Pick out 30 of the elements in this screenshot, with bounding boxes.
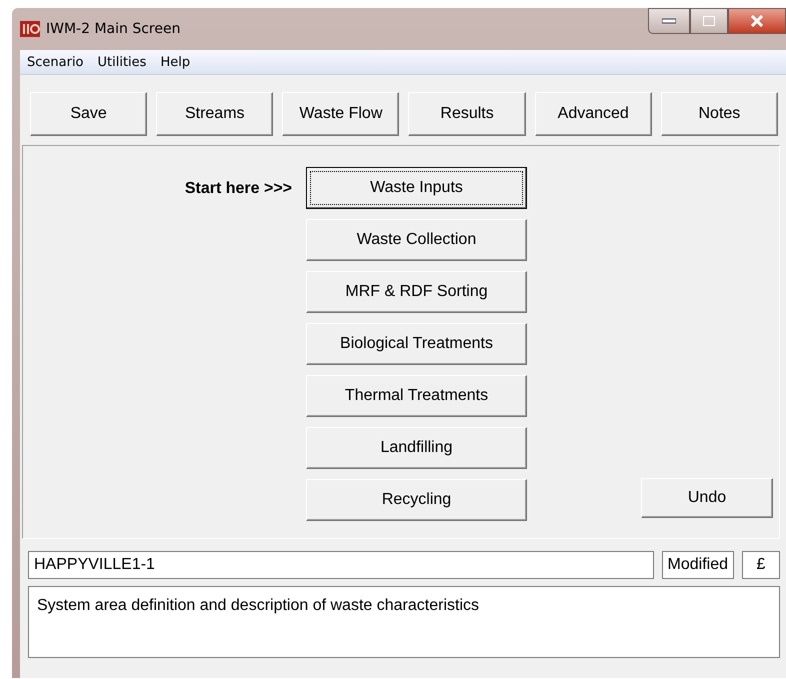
menu-item[interactable]: Help bbox=[155, 54, 196, 70]
stage-button[interactable]: Landfilling bbox=[306, 427, 527, 469]
currency-indicator: £ bbox=[742, 551, 780, 579]
scenario-name-field: HAPPYVILLE1-1 bbox=[28, 551, 654, 579]
undo-button[interactable]: Undo bbox=[641, 478, 773, 518]
stage-button[interactable]: MRF & RDF Sorting bbox=[306, 271, 527, 313]
description-box: System area definition and description of waste characteristics bbox=[28, 586, 780, 658]
minimize-button[interactable] bbox=[648, 8, 690, 34]
window-title: IWM-2 Main Screen bbox=[46, 21, 180, 37]
stage-button[interactable]: Biological Treatments bbox=[306, 323, 527, 365]
toolbar-button[interactable]: Save bbox=[30, 92, 148, 136]
app-icon bbox=[20, 21, 40, 37]
maximize-button[interactable] bbox=[690, 8, 728, 34]
toolbar-button[interactable]: Advanced bbox=[534, 92, 652, 136]
close-button[interactable] bbox=[728, 8, 786, 34]
maximize-icon bbox=[703, 16, 715, 26]
start-here-label: Start here >>> bbox=[184, 180, 292, 199]
toolbar-button[interactable]: Streams bbox=[156, 92, 274, 136]
close-icon bbox=[750, 15, 764, 27]
toolbar-button[interactable]: Waste Flow bbox=[282, 92, 400, 136]
stage-button[interactable]: Waste Inputs bbox=[306, 167, 527, 209]
toolbar-button[interactable]: Notes bbox=[660, 92, 778, 136]
stage-button[interactable]: Thermal Treatments bbox=[306, 375, 527, 417]
minimize-icon bbox=[662, 18, 676, 24]
menu-item[interactable]: Utilities bbox=[92, 54, 152, 70]
stage-button[interactable]: Recycling bbox=[306, 479, 527, 521]
stage-button[interactable]: Waste Collection bbox=[306, 219, 527, 261]
menu-item[interactable]: Scenario bbox=[22, 54, 89, 70]
toolbar-button[interactable]: Results bbox=[408, 92, 526, 136]
modified-indicator: Modified bbox=[662, 551, 734, 579]
